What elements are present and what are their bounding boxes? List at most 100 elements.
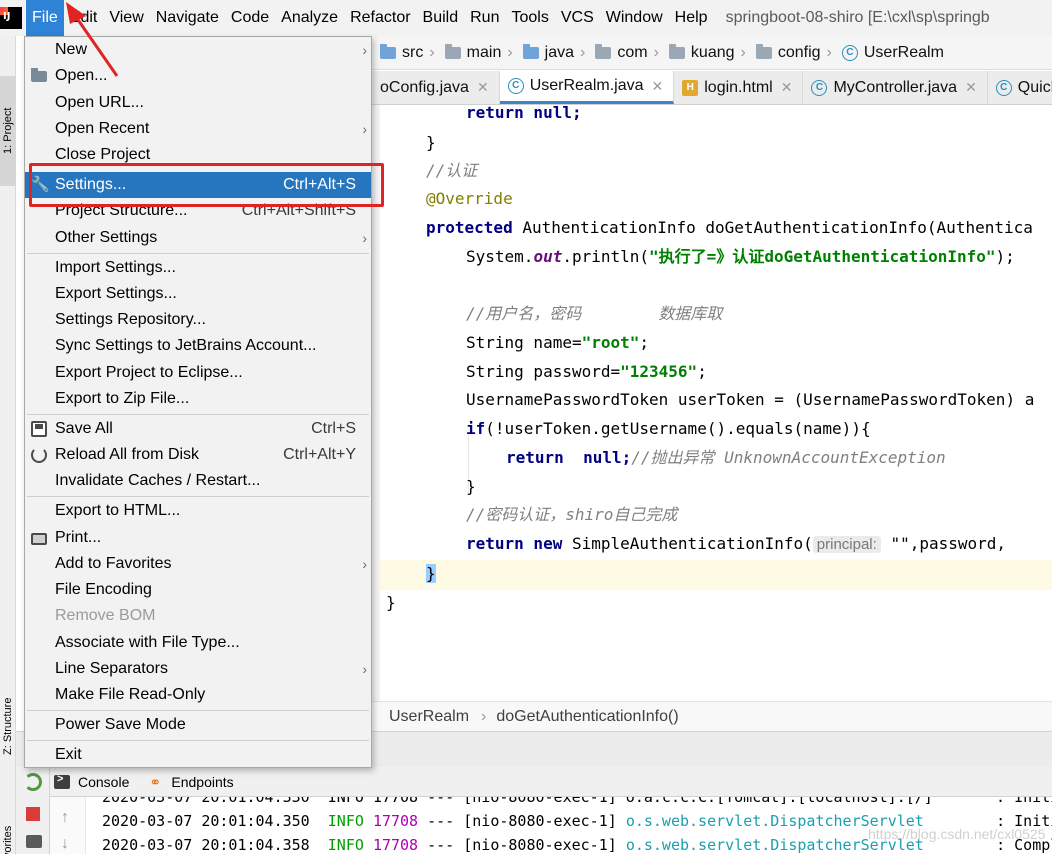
menu-label: Remove BOM [55,607,156,624]
menu-view[interactable]: View [103,0,149,36]
menu-label: Export Settings... [55,285,177,302]
crumb-com[interactable]: com › [587,43,661,62]
menu-export-settings[interactable]: Export Settings... [25,281,371,307]
tab-quickstart[interactable]: C Quicks [988,71,1052,104]
menu-settings-repository[interactable]: Settings Repository... [25,307,371,333]
crumb-config[interactable]: config › [748,43,834,62]
menu-label: Export Project to Eclipse... [55,364,243,381]
menu-vcs[interactable]: VCS [555,0,600,36]
code-line: String password="123456"; [466,358,707,386]
class-icon: C [995,79,1012,96]
code-comment: //认证 [426,161,478,180]
tab-endpoints[interactable]: ⚭ Endpoints [149,774,233,790]
close-icon[interactable]: ✕ [477,79,489,96]
menu-analyze[interactable]: Analyze [275,0,344,36]
code-line: return null;//抛出异常 UnknownAccountExcepti… [506,444,946,472]
tab-login-html[interactable]: Hlogin.html ✕ [674,71,804,104]
menu-invalidate-caches[interactable]: Invalidate Caches / Restart... [25,468,371,494]
code-token: ); [995,247,1015,266]
code-editor[interactable]: return null; } //认证 @Override protected … [372,105,1052,701]
code-line: protected AuthenticationInfo doGetAuthen… [426,214,1033,242]
menu-build[interactable]: Build [417,0,465,36]
code-token: return [466,534,524,553]
menu-open[interactable]: Open... [25,63,371,89]
menu-navigate[interactable]: Navigate [150,0,225,36]
editor-crumb-method[interactable]: doGetAuthenticationInfo() [486,708,678,726]
code-token: protected [426,218,513,237]
menu-separator [27,414,369,415]
menu-other-settings[interactable]: Other Settings › [25,225,371,251]
tab-mycontroller[interactable]: C MyController.java ✕ [803,71,988,104]
code-token: out [533,247,563,266]
menu-export-html[interactable]: Export to HTML... [25,498,371,524]
reload-icon [31,447,47,463]
menu-label: Export to Zip File... [55,390,190,407]
menu-edit[interactable]: Edit [64,0,104,36]
menu-export-eclipse[interactable]: Export Project to Eclipse... [25,360,371,386]
tab-shiroconfig[interactable]: oConfig.java ✕ [372,71,500,104]
menu-add-to-favorites[interactable]: Add to Favorites › [25,551,371,577]
close-icon[interactable]: ✕ [781,79,793,96]
code-token: .println( [562,247,650,266]
menu-open-recent[interactable]: Open Recent › [25,116,371,142]
menu-sync-settings[interactable]: Sync Settings to JetBrains Account... [25,333,371,359]
menu-print[interactable]: Print... [25,525,371,551]
menu-line-separators[interactable]: Line Separators › [25,656,371,682]
menu-run[interactable]: Run [464,0,505,36]
chevron-right-icon: › [580,43,586,61]
menu-export-zip[interactable]: Export to Zip File... [25,386,371,412]
code-token: null; [563,448,632,467]
menu-open-url[interactable]: Open URL... [25,90,371,116]
code-token: new [523,534,563,553]
crumb-java[interactable]: java › [515,43,588,62]
close-icon[interactable]: ✕ [652,78,664,95]
arrow-up-icon[interactable]: ↑ [61,809,69,827]
log-thread: [nio-8080-exec-1] [463,812,617,830]
menu-file[interactable]: File [26,0,64,36]
chevron-right-icon: › [826,43,832,61]
crumb-userrealm[interactable]: C UserRealm [834,44,946,62]
menu-refactor[interactable]: Refactor [344,0,416,36]
menu-label: Power Save Mode [55,716,186,733]
console-icon [54,773,70,789]
arrow-down-icon[interactable]: ↓ [61,835,69,853]
menu-import-settings[interactable]: Import Settings... [25,255,371,281]
menu-code[interactable]: Code [225,0,275,36]
stop-icon[interactable] [26,807,40,821]
menu-label: Make File Read-Only [55,686,206,703]
menu-remove-bom: Remove BOM [25,603,371,629]
crumb-src[interactable]: src › [372,43,437,62]
crumb-label: com [617,43,648,61]
camera-icon[interactable] [26,835,42,848]
close-icon[interactable]: ✕ [965,79,977,96]
menu-make-read-only[interactable]: Make File Read-Only [25,682,371,708]
folder-open-icon [31,68,47,82]
tab-userrealm[interactable]: C UserRealm.java ✕ [499,71,675,104]
menu-save-all[interactable]: Save All Ctrl+S [25,416,371,442]
crumb-kuang[interactable]: kuang › [661,43,748,62]
chevron-right-icon: › [362,556,367,572]
menu-exit[interactable]: Exit [25,742,371,768]
code-token: ; [639,333,650,352]
menu-help[interactable]: Help [669,0,714,36]
menu-reload-from-disk[interactable]: Reload All from Disk Ctrl+Alt+Y [25,442,371,468]
crumb-main[interactable]: main › [437,43,515,62]
rerun-icon[interactable] [24,773,42,791]
tab-console[interactable]: Console [54,773,129,790]
menu-new[interactable]: New › [25,37,371,63]
code-token: null; [523,105,582,122]
menu-tools[interactable]: Tools [505,0,554,36]
tab-label: Endpoints [171,773,234,790]
save-icon [31,421,47,437]
editor-crumb-class[interactable]: UserRealm [372,708,469,726]
project-tool-tab[interactable]: 1: Project [0,76,16,186]
menu-associate-file-type[interactable]: Associate with File Type... [25,630,371,656]
menu-window[interactable]: Window [600,0,669,36]
favorites-tool-tab[interactable]: Favorites [0,806,16,854]
folder-icon [380,43,396,59]
structure-tool-tab[interactable]: Z: Structure [0,676,16,776]
menu-power-save-mode[interactable]: Power Save Mode [25,712,371,738]
code-token: return [506,448,564,467]
menu-file-encoding[interactable]: File Encoding [25,577,371,603]
menu-label: New [55,41,88,58]
